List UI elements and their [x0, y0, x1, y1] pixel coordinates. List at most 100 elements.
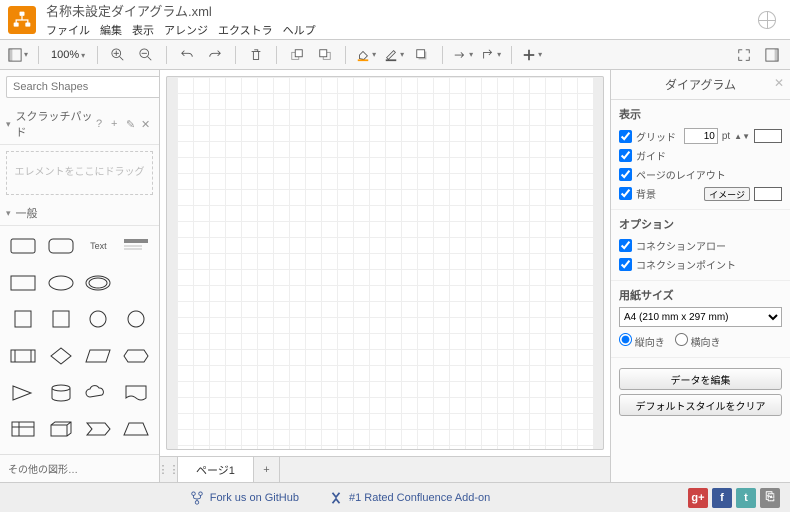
- edit-icon[interactable]: ✎: [126, 118, 138, 130]
- zoom-out-icon[interactable]: [134, 44, 158, 66]
- undo-icon[interactable]: [175, 44, 199, 66]
- doc-title[interactable]: 名称未設定ダイアグラム.xml: [46, 1, 758, 20]
- conn-arrow-label: コネクションアロー: [636, 238, 726, 253]
- google-plus-icon[interactable]: g+: [688, 488, 708, 508]
- line-color-icon[interactable]: [382, 44, 406, 66]
- paper-heading: 用紙サイズ: [619, 287, 782, 303]
- shape-rect[interactable]: [6, 269, 40, 297]
- waypoint-icon[interactable]: [479, 44, 503, 66]
- close-icon[interactable]: ✕: [141, 118, 153, 130]
- general-header[interactable]: ▾ 一般: [0, 201, 159, 226]
- shape-cube[interactable]: [44, 415, 78, 443]
- shape-triangle[interactable]: [6, 379, 40, 407]
- shape-ellipse[interactable]: [44, 269, 78, 297]
- conn-point-label: コネクションポイント: [636, 257, 736, 272]
- shape-parallel[interactable]: [82, 342, 116, 370]
- language-icon[interactable]: [758, 11, 776, 29]
- shapes-grid: Text: [0, 226, 159, 454]
- tab-page1[interactable]: ページ1: [178, 457, 254, 482]
- menu-extra[interactable]: エクストラ: [218, 22, 273, 38]
- shape-rect-round[interactable]: [6, 232, 40, 260]
- general-label: 一般: [16, 205, 38, 221]
- portrait-radio[interactable]: [619, 333, 632, 346]
- grid-stepper-icon[interactable]: ▲▼: [734, 133, 750, 140]
- shape-process[interactable]: [6, 342, 40, 370]
- more-shapes[interactable]: その他の図形…: [0, 454, 159, 482]
- toolbar: 100%: [0, 40, 790, 70]
- menu-arrange[interactable]: アレンジ: [164, 22, 208, 38]
- scratchpad-header[interactable]: ▾ スクラッチパッド ? + ✎ ✕: [0, 104, 159, 145]
- shadow-icon[interactable]: [410, 44, 434, 66]
- shape-diamond[interactable]: [44, 342, 78, 370]
- clear-style-button[interactable]: デフォルトスタイルをクリア: [619, 394, 782, 416]
- edit-data-button[interactable]: データを編集: [619, 368, 782, 390]
- shape-blank[interactable]: [119, 269, 153, 297]
- help-icon[interactable]: ?: [96, 118, 108, 130]
- collapse-icon: ▾: [6, 119, 11, 130]
- conn-arrow-checkbox[interactable]: [619, 239, 632, 252]
- shape-text[interactable]: Text: [82, 232, 116, 260]
- confluence-link[interactable]: #1 Rated Confluence Add-on: [329, 491, 490, 505]
- insert-icon[interactable]: [520, 44, 544, 66]
- shape-circle2[interactable]: [119, 305, 153, 333]
- shape-document[interactable]: [119, 379, 153, 407]
- social-icons: g+ f t ⎘: [688, 488, 780, 508]
- scratchpad-drop[interactable]: エレメントをここにドラッグ: [6, 151, 153, 195]
- to-back-icon[interactable]: [313, 44, 337, 66]
- confluence-icon: [329, 491, 343, 505]
- facebook-icon[interactable]: f: [712, 488, 732, 508]
- twitter-icon[interactable]: t: [736, 488, 756, 508]
- zoom-in-icon[interactable]: [106, 44, 130, 66]
- zoom-level[interactable]: 100%: [47, 49, 89, 61]
- shape-rect-round2[interactable]: [44, 232, 78, 260]
- tab-handle-icon[interactable]: ⋮⋮: [160, 457, 178, 482]
- title-zone: 名称未設定ダイアグラム.xml ファイル 編集 表示 アレンジ エクストラ ヘル…: [46, 1, 758, 38]
- to-front-icon[interactable]: [285, 44, 309, 66]
- delete-icon[interactable]: [244, 44, 268, 66]
- image-button[interactable]: イメージ: [704, 187, 750, 201]
- landscape-radio[interactable]: [675, 333, 688, 346]
- shape-ellipse-dbl[interactable]: [82, 269, 116, 297]
- canvas[interactable]: [166, 76, 604, 450]
- shape-trapezoid[interactable]: [119, 415, 153, 443]
- view-mode-button[interactable]: [6, 44, 30, 66]
- grid-color[interactable]: [754, 129, 782, 143]
- grid-size-input[interactable]: [684, 128, 718, 144]
- redo-icon[interactable]: [203, 44, 227, 66]
- fill-color-icon[interactable]: [354, 44, 378, 66]
- format-panel-icon[interactable]: [760, 44, 784, 66]
- add-icon[interactable]: +: [111, 118, 123, 130]
- guides-checkbox[interactable]: [619, 149, 632, 162]
- paper-select[interactable]: A4 (210 mm x 297 mm): [619, 307, 782, 327]
- shape-heading[interactable]: [119, 232, 153, 260]
- conn-point-checkbox[interactable]: [619, 258, 632, 271]
- shape-square2[interactable]: [44, 305, 78, 333]
- bg-color[interactable]: [754, 187, 782, 201]
- shape-circle[interactable]: [82, 305, 116, 333]
- search-input[interactable]: [6, 76, 160, 98]
- github-link[interactable]: Fork us on GitHub: [190, 491, 299, 505]
- connection-icon[interactable]: [451, 44, 475, 66]
- background-checkbox[interactable]: [619, 187, 632, 200]
- menu-view[interactable]: 表示: [132, 22, 154, 38]
- menu-edit[interactable]: 編集: [100, 22, 122, 38]
- landscape-label: 横向き: [691, 338, 721, 349]
- fullscreen-icon[interactable]: [732, 44, 756, 66]
- guides-label: ガイド: [636, 148, 666, 163]
- titlebar: 名称未設定ダイアグラム.xml ファイル 編集 表示 アレンジ エクストラ ヘル…: [0, 0, 790, 40]
- grid-checkbox[interactable]: [619, 130, 632, 143]
- shape-cloud[interactable]: [82, 379, 116, 407]
- menu-file[interactable]: ファイル: [46, 22, 90, 38]
- menu-help[interactable]: ヘルプ: [283, 22, 316, 38]
- shape-square[interactable]: [6, 305, 40, 333]
- shape-hexagon[interactable]: [119, 342, 153, 370]
- page-layout-checkbox[interactable]: [619, 168, 632, 181]
- shape-cylinder[interactable]: [44, 379, 78, 407]
- grid-label: グリッド: [636, 129, 680, 144]
- share-icon[interactable]: ⎘: [760, 488, 780, 508]
- add-page-button[interactable]: +: [254, 457, 280, 482]
- shape-step[interactable]: [82, 415, 116, 443]
- page-paper[interactable]: [177, 77, 593, 449]
- close-panel-icon[interactable]: ✕: [774, 76, 784, 90]
- shape-internal[interactable]: [6, 415, 40, 443]
